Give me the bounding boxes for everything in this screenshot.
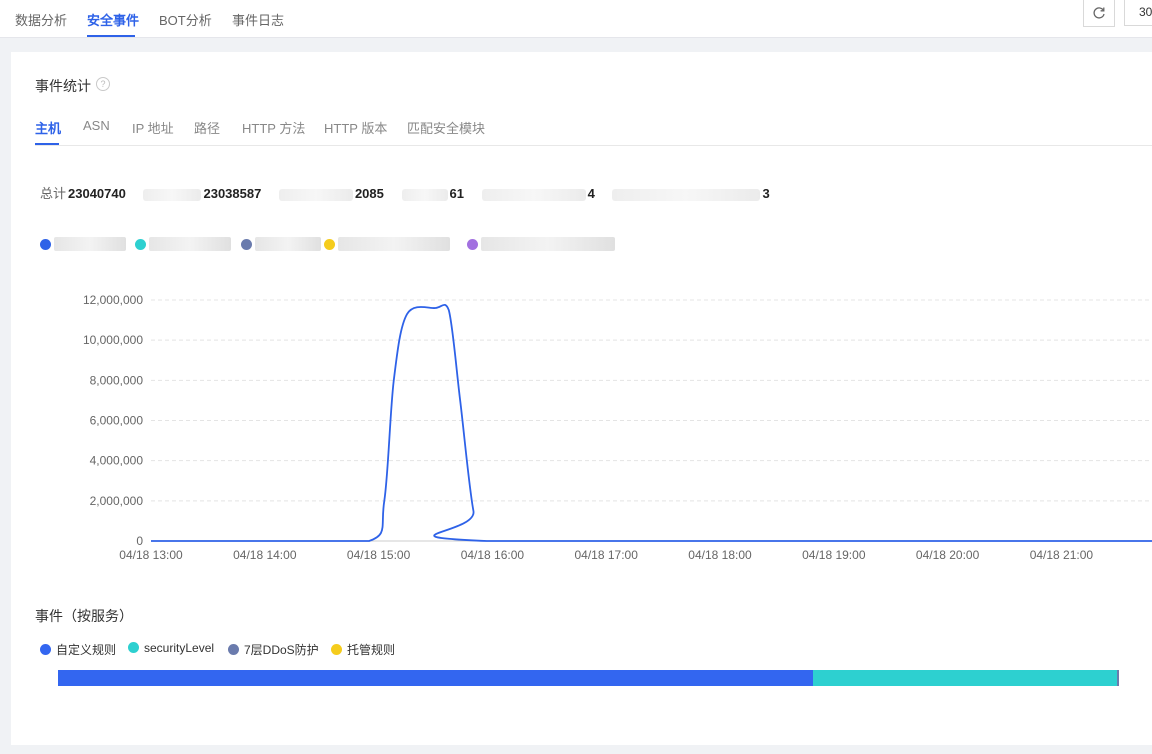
y-tick-label: 6,000,000 [90,414,144,428]
stack-segment[interactable] [813,670,1117,686]
legend-dot [228,644,239,655]
legend-dot [331,644,342,655]
events-line-chart: 0 2,000,000 4,000,000 6,000,000 8,000,000 10,… [83,293,1152,562]
x-tick-label: 04/18 19:00 [802,548,866,562]
tab-security-events[interactable]: 安全事件 [87,10,139,29]
tab-data-analysis[interactable]: 数据分析 [15,10,67,29]
legend-label: 自定义规则 [56,643,117,657]
services-stacked-bar [58,670,1119,686]
stack-segment[interactable] [58,670,814,686]
services-title: 事件（按服务） [35,608,133,624]
y-tick-label: 4,000,000 [90,454,144,468]
x-tick-label: 04/18 15:00 [347,548,411,562]
active-tab-underline [87,35,135,37]
legend-l7-ddos[interactable]: 7层DDoS防护 [228,641,319,658]
legend-security-level[interactable]: securityLevel [128,641,214,655]
top-nav: 数据分析 安全事件 BOT分析 事件日志 30 [0,0,1152,38]
legend-custom-rules[interactable]: 自定义规则 [40,641,116,658]
x-tick-label: 04/18 18:00 [688,548,752,562]
refresh-icon [1093,7,1105,19]
tab-bot-analysis[interactable]: BOT分析 [159,10,212,29]
x-tick-label: 04/18 14:00 [233,548,297,562]
y-tick-label: 10,000,000 [83,333,143,347]
event-stats-card: 事件统计 ? 主机 ASN IP 地址 路径 HTTP 方法 HTTP 版本 匹… [11,52,1152,745]
legend-label: 7层DDoS防护 [244,643,319,657]
y-tick-label: 8,000,000 [90,373,144,387]
x-tick-label: 04/18 21:00 [1030,548,1094,562]
stack-segment[interactable] [1116,670,1119,686]
tab-event-logs[interactable]: 事件日志 [232,10,284,29]
refresh-button[interactable] [1083,0,1115,27]
y-tick-label: 12,000,000 [83,293,143,307]
legend-managed-rules[interactable]: 托管规则 [331,641,395,658]
x-tick-label: 04/18 13:00 [119,548,183,562]
legend-label: 托管规则 [347,643,396,657]
time-range-select[interactable]: 30 [1124,0,1152,26]
legend-label: securityLevel [144,641,215,655]
y-tick-label: 2,000,000 [90,494,144,508]
legend-dot [128,642,139,653]
x-tick-label: 04/18 20:00 [916,548,980,562]
y-tick-label: 0 [136,534,143,548]
x-tick-label: 04/18 16:00 [461,548,525,562]
x-tick-label: 04/18 17:00 [574,548,638,562]
legend-dot [40,644,51,655]
